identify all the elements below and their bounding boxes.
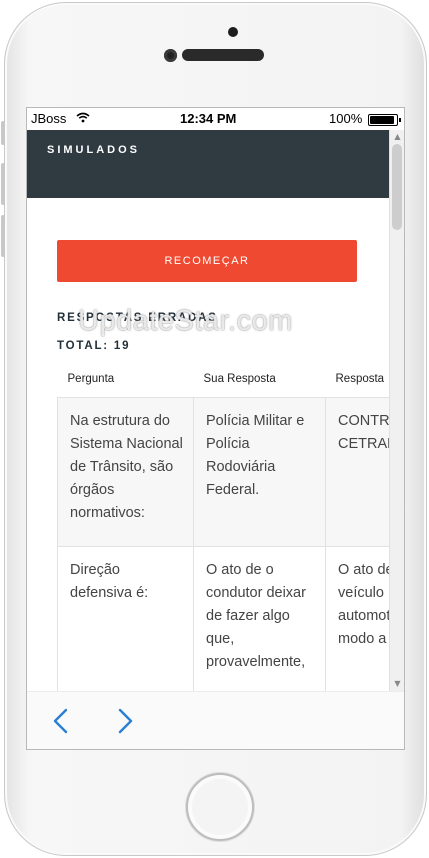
table-header-row: Pergunta Sua Resposta Resposta — [58, 361, 390, 398]
status-bar: JBoss 12:34 PM 100% — [27, 108, 404, 130]
column-header-question: Pergunta — [67, 373, 115, 385]
bottom-navigation — [27, 691, 404, 749]
volume-up-button — [1, 163, 5, 205]
answer-cell: CONTRAN e CETRAN — [325, 397, 389, 547]
phone-screen: JBoss 12:34 PM 100% SIMULADOS RECOMEÇAR … — [26, 107, 405, 750]
front-camera — [164, 49, 177, 62]
answer-cell: O ato de o veículo automotor de modo a a… — [325, 546, 389, 691]
column-header-your-answer: Sua Resposta — [203, 373, 276, 385]
chevron-left-icon[interactable] — [51, 708, 73, 734]
battery-percent: 100% — [329, 111, 363, 126]
chevron-right-icon[interactable] — [115, 708, 137, 734]
your-answer-cell: O ato de o condutor deixar de fazer algo… — [193, 546, 326, 691]
scroll-down-icon[interactable]: ▼ — [393, 680, 402, 688]
battery-icon — [368, 114, 401, 126]
home-button[interactable] — [186, 773, 254, 841]
scrollbar-thumb[interactable] — [392, 144, 402, 230]
question-cell: Na estrutura do Sistema Nacional de Trân… — [57, 397, 194, 547]
vertical-scrollbar[interactable]: ▲ ▼ — [389, 130, 404, 691]
question-cell: Direção defensiva é: — [57, 546, 194, 691]
wifi-icon — [76, 112, 90, 126]
mute-switch — [1, 121, 5, 145]
app-header: SIMULADOS — [27, 130, 389, 198]
battery-fill — [370, 116, 394, 124]
front-sensor — [228, 27, 238, 37]
volume-down-button — [1, 215, 5, 257]
your-answer-cell: Polícia Militar e Polícia Rodoviária Fed… — [193, 397, 326, 547]
column-header-answer: Resposta — [335, 373, 385, 385]
wrong-answers-table: Pergunta Sua Resposta Resposta Na estrut… — [57, 361, 389, 691]
main-content: RECOMEÇAR RESPOSTAS ERRADAS TOTAL: 19 Pe… — [27, 198, 389, 691]
table-row: Na estrutura do Sistema Nacional de Trân… — [57, 397, 389, 547]
restart-button[interactable]: RECOMEÇAR — [57, 240, 357, 282]
wrong-answers-title: RESPOSTAS ERRADAS — [57, 312, 218, 324]
status-time: 12:34 PM — [180, 111, 237, 126]
scroll-up-icon[interactable]: ▲ — [393, 133, 402, 141]
table-row: Direção defensiva é: O ato de o condutor… — [57, 546, 389, 691]
total-count: TOTAL: 19 — [57, 340, 131, 352]
carrier-name: JBoss — [31, 111, 67, 126]
earpiece-speaker — [182, 49, 264, 61]
battery-tip — [399, 118, 401, 122]
page-title: SIMULADOS — [47, 144, 140, 156]
